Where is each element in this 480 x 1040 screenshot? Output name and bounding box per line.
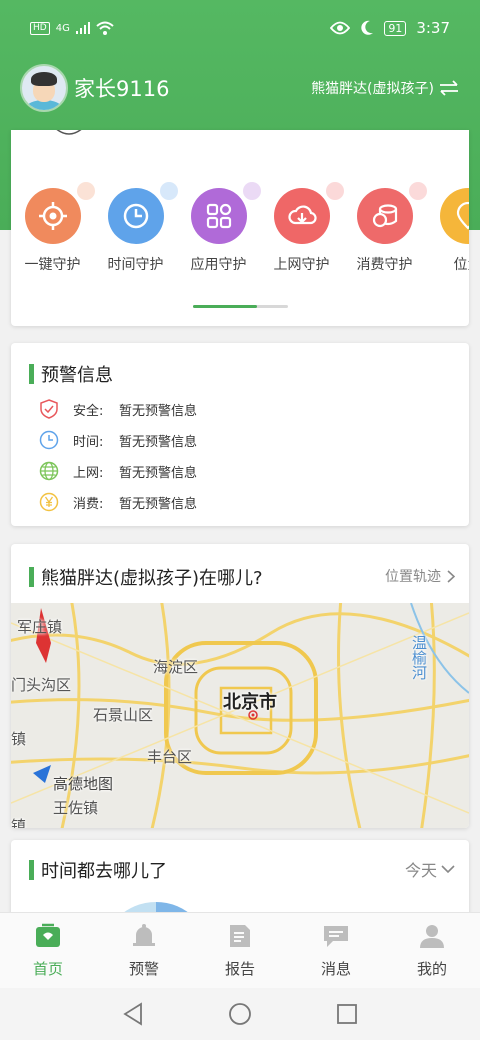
globe-icon (39, 461, 59, 481)
status-bar: HD 4G 91 3:37 (0, 0, 480, 56)
home-nav-icon[interactable] (228, 1002, 252, 1026)
guard-function-4[interactable]: 消费守护 (343, 182, 427, 274)
guard-function-2[interactable]: 应用守护 (177, 182, 261, 274)
guard-function-5[interactable]: 位置 (426, 188, 469, 274)
chevron-right-icon (447, 569, 455, 583)
tab-label: 预警 (128, 960, 159, 978)
tab-label: 消息 (320, 960, 351, 978)
guard-function-3[interactable]: 上网守护 (260, 182, 344, 274)
location-card: 熊猫胖达(虚拟孩子)在哪儿? 位置轨迹 军庄镇 海淀区 门头沟区 石景山区 北京… (11, 544, 469, 828)
guard-function-label: 应用守护 (190, 257, 247, 273)
bottom-tab-bar: 首页 预警 报告 消息 我的 (0, 912, 480, 988)
map-label: 石景山区 (93, 706, 154, 724)
guard-function-label: 上网守护 (273, 257, 330, 273)
map-label: 海淀区 (153, 658, 199, 676)
map-label: 温榆河 (410, 635, 428, 680)
warning-row: 消费: 暂无预警信息 (39, 492, 197, 512)
moon-icon (361, 20, 374, 35)
map-label: 镇 (11, 817, 27, 828)
map-label: 高德地图 (53, 775, 114, 793)
switch-child-button[interactable]: 熊猫胖达(虚拟孩子) (311, 78, 460, 98)
warning-status: 暂无预警信息 (119, 434, 198, 450)
recents-icon[interactable] (336, 1003, 358, 1025)
yuan-icon (39, 492, 59, 512)
child-name: 熊猫胖达(虚拟孩子) (311, 81, 434, 97)
warning-title: 预警信息 (29, 361, 113, 387)
partial-icon (56, 130, 82, 135)
tab-label: 首页 (32, 960, 63, 978)
signal-icon (75, 22, 90, 34)
map-label: 王佐镇 (53, 799, 99, 817)
eye-icon (330, 21, 351, 35)
guard-function-1[interactable]: 时间守护 (94, 182, 178, 274)
warning-row: 安全: 暂无预警信息 (39, 399, 197, 419)
guard-functions-row: 一键守护 时间守护 应用守护 上网守护 消费守护 位置 (11, 182, 469, 274)
parent-avatar[interactable] (20, 64, 68, 112)
apps-grid-icon (190, 182, 261, 244)
signal-type: 4G (55, 22, 70, 34)
period-selector[interactable]: 今天 (405, 857, 455, 881)
warning-row: 时间: 暂无预警信息 (39, 430, 197, 450)
coins-icon (356, 182, 427, 244)
clock-icon (39, 430, 59, 450)
map-label: 丰台区 (147, 748, 193, 766)
warning-status: 暂无预警信息 (119, 465, 198, 481)
warning-card[interactable]: 预警信息 安全: 暂无预警信息 时间: 暂无预警信息 上网: 暂无预警信息 消费: 暂无预警信… (11, 343, 469, 526)
warning-status: 暂无预警信息 (119, 403, 198, 419)
location-map[interactable]: 军庄镇 海淀区 门头沟区 石景山区 北京市 温榆河 镇 丰台区 高德地图 王佐镇… (11, 603, 469, 828)
warning-category: 消费: (73, 496, 104, 512)
time-usage-title: 时间都去哪儿了 (29, 857, 167, 883)
tab-label: 报告 (224, 960, 255, 978)
clock-time: 3:37 (416, 19, 450, 37)
warning-category: 上网: (73, 465, 104, 481)
cloud-download-icon (273, 182, 344, 244)
bell-icon (129, 923, 159, 953)
guard-function-label: 位置 (453, 257, 470, 273)
hd-badge: HD (30, 21, 50, 35)
map-label: 北京市 (223, 692, 277, 713)
report-icon (225, 923, 255, 953)
shield-icon (39, 399, 59, 419)
battery-indicator: 91 (384, 20, 407, 36)
chevron-down-icon (441, 864, 455, 873)
system-nav-bar (0, 988, 480, 1040)
clock-icon (107, 182, 178, 244)
location-title: 熊猫胖达(虚拟孩子)在哪儿? (29, 564, 263, 590)
tab-label: 我的 (416, 960, 447, 978)
amap-logo-icon (33, 765, 51, 783)
map-label: 门头沟区 (11, 676, 72, 694)
app-header: 家长9116 熊猫胖达(虚拟孩子) (0, 60, 480, 116)
guard-function-0[interactable]: 一键守护 (11, 182, 95, 274)
guard-function-label: 时间守护 (107, 257, 164, 273)
guard-functions-card: 一键守护 时间守护 应用守护 上网守护 消费守护 位置 (11, 130, 469, 326)
tab-bell[interactable]: 预警 (96, 913, 192, 988)
guard-function-label: 消费守护 (356, 257, 413, 273)
warning-row: 上网: 暂无预警信息 (39, 461, 197, 481)
wifi-icon (96, 21, 114, 35)
warning-category: 安全: (73, 403, 104, 419)
swap-icon (440, 80, 458, 96)
location-track-link[interactable]: 位置轨迹 (385, 566, 455, 586)
user-icon (417, 923, 447, 953)
warning-category: 时间: (73, 434, 104, 450)
message-icon (321, 923, 351, 953)
map-label: 军庄镇 (17, 618, 63, 636)
guard-function-label: 一键守护 (24, 257, 81, 273)
tab-home[interactable]: 首页 (0, 913, 96, 988)
parent-name: 家长9116 (74, 77, 170, 101)
tab-user[interactable]: 我的 (384, 913, 480, 988)
location-icon (439, 188, 469, 244)
page-indicator (193, 305, 288, 308)
map-label: 镇 (11, 730, 27, 748)
tab-message[interactable]: 消息 (288, 913, 384, 988)
back-icon[interactable] (122, 1002, 144, 1026)
tab-report[interactable]: 报告 (192, 913, 288, 988)
home-icon (33, 923, 63, 953)
target-icon (24, 182, 95, 244)
warning-status: 暂无预警信息 (119, 496, 198, 512)
